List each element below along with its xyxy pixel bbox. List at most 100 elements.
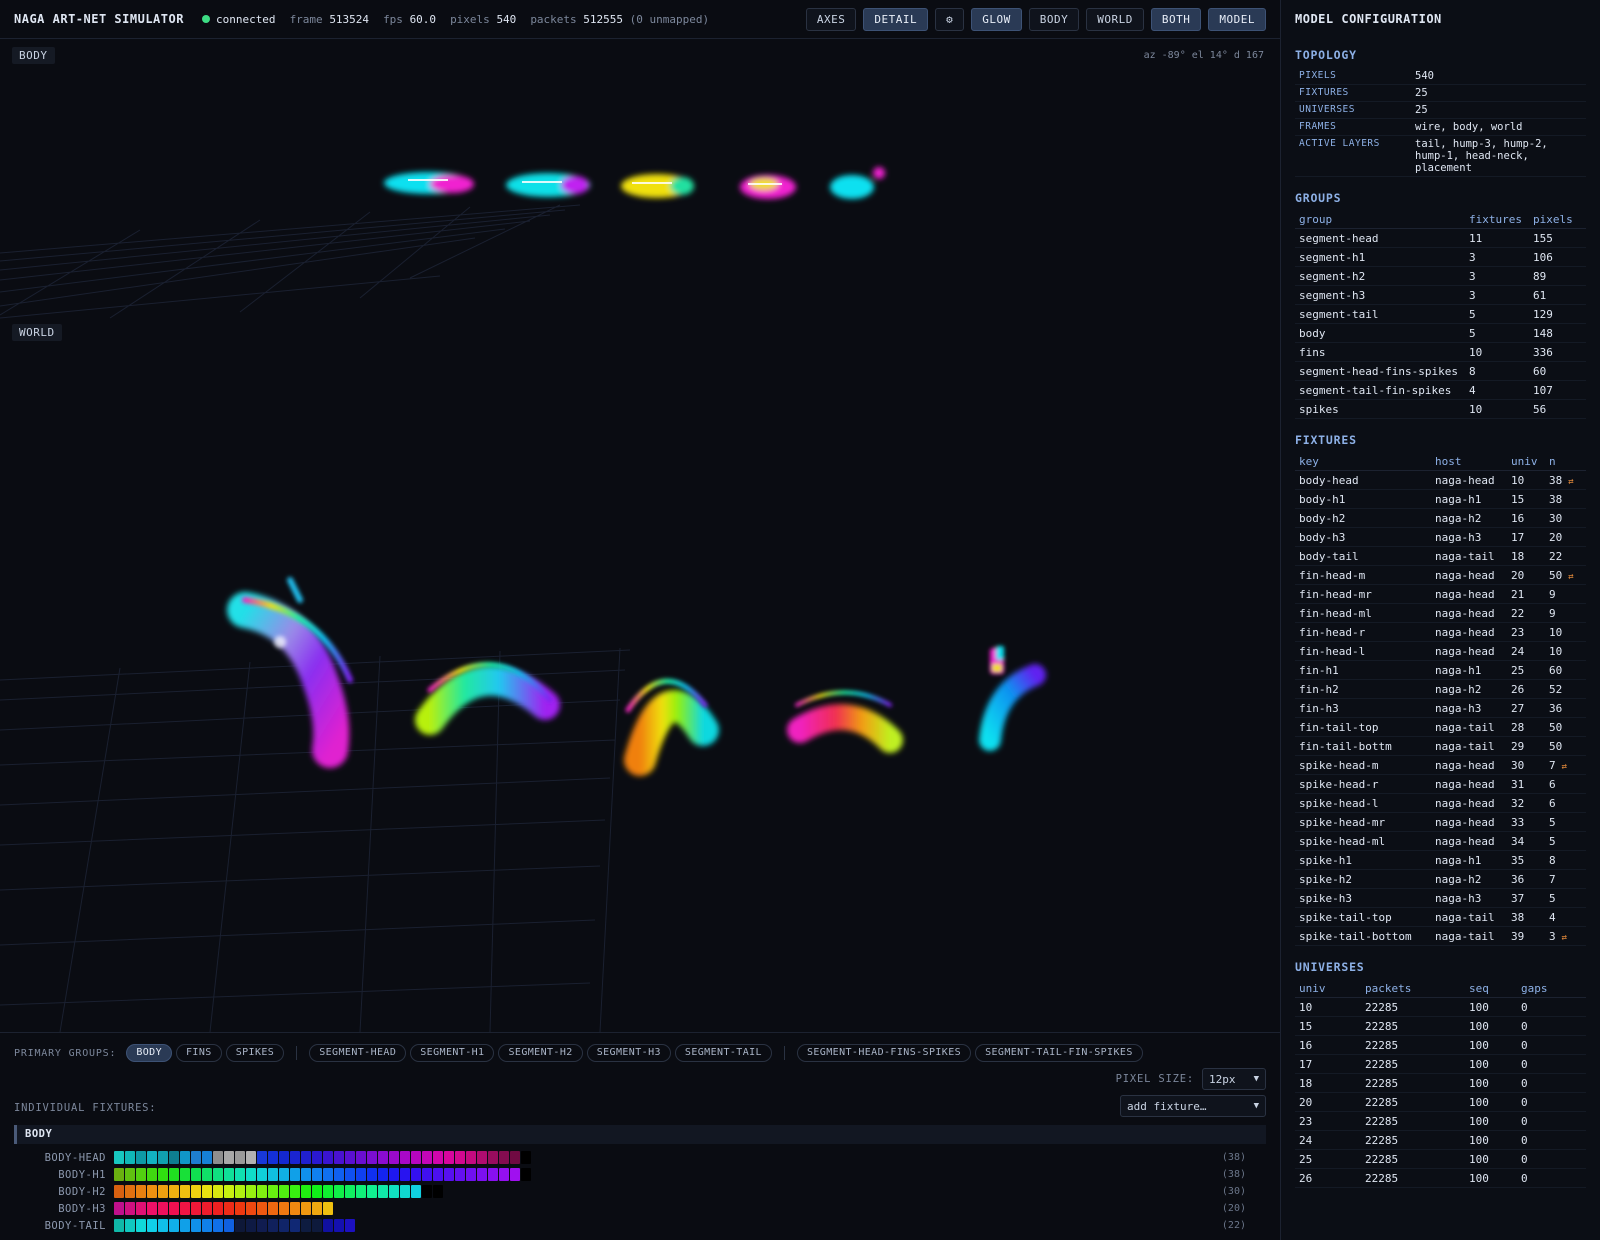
world-button[interactable]: WORLD bbox=[1086, 8, 1144, 31]
table-cell: 10 bbox=[1545, 622, 1586, 642]
fixture-pixel-count: (38) bbox=[1221, 1169, 1246, 1180]
table-cell: 10 bbox=[1465, 399, 1529, 419]
axes-button[interactable]: AXES bbox=[805, 8, 857, 31]
table-cell: 22285 bbox=[1361, 1149, 1465, 1169]
pixel-size-select[interactable]: 12px ▼ bbox=[1202, 1068, 1266, 1090]
table-cell: spike-h3 bbox=[1295, 888, 1431, 908]
chip-segment-tail-fin-spikes[interactable]: SEGMENT-TAIL-FIN-SPIKES bbox=[975, 1044, 1143, 1062]
pixel-swatch bbox=[477, 1168, 487, 1181]
table-cell: naga-head bbox=[1431, 584, 1507, 604]
detail-button[interactable]: DETAIL bbox=[863, 8, 929, 31]
frame-value: 513524 bbox=[329, 12, 370, 26]
fixture-row: fin-head-l naga-head 24 10 bbox=[1295, 641, 1586, 661]
chip-fins[interactable]: FINS bbox=[176, 1044, 222, 1062]
cell-value: 36 bbox=[1511, 872, 1525, 886]
pixel-swatch bbox=[268, 1219, 278, 1232]
group-row: segment-tail 5 129 bbox=[1295, 304, 1586, 324]
fixture-strip-row[interactable]: BODY-TAIL (22) bbox=[0, 1217, 1266, 1234]
table-cell: fin-head-ml bbox=[1295, 603, 1431, 623]
gear-icon[interactable]: ⚙ bbox=[935, 8, 965, 31]
column-header: n bbox=[1545, 453, 1586, 471]
chip-segment-h1[interactable]: SEGMENT-H1 bbox=[410, 1044, 495, 1062]
pixel-swatch bbox=[290, 1202, 300, 1215]
cell-value: 24 bbox=[1299, 1133, 1313, 1147]
fixture-strip-row[interactable]: BODY-H3 (20) bbox=[0, 1200, 1266, 1217]
add-fixture-select[interactable]: add fixture… ▼ bbox=[1120, 1095, 1266, 1117]
fixture-pixel-count: (20) bbox=[1221, 1203, 1246, 1214]
chip-segment-tail[interactable]: SEGMENT-TAIL bbox=[674, 1044, 772, 1062]
topology-list: PIXELS 540 FIXTURES 25 UNIVERSES 25 FRAMES wire… bbox=[1295, 68, 1586, 177]
cell-value: 24 bbox=[1511, 644, 1525, 658]
chip-body[interactable]: BODY bbox=[126, 1044, 172, 1062]
pixel-swatch bbox=[389, 1185, 399, 1198]
table-cell: 18 bbox=[1295, 1073, 1361, 1093]
table-cell: 36 bbox=[1507, 869, 1545, 889]
cell-value: 20 bbox=[1511, 568, 1525, 582]
pixel-swatch bbox=[378, 1168, 388, 1181]
cell-value: naga-tail bbox=[1435, 720, 1495, 734]
universe-row: 17 22285 100 0 bbox=[1295, 1054, 1586, 1074]
table-cell: 10 bbox=[1465, 342, 1529, 362]
cell-value: body bbox=[1299, 326, 1326, 340]
cell-value: 100 bbox=[1469, 1038, 1489, 1052]
table-cell: 0 bbox=[1517, 1130, 1586, 1150]
pixel-swatch bbox=[257, 1168, 267, 1181]
pixel-swatch bbox=[301, 1219, 311, 1232]
column-header: group bbox=[1295, 211, 1465, 229]
cell-value: 8 bbox=[1469, 364, 1476, 378]
3d-viewport[interactable]: BODY az -89° el 14° d 167 WORLD bbox=[0, 40, 1280, 1032]
cell-value: 5 bbox=[1549, 834, 1556, 848]
camera-readout: az -89° el 14° d 167 bbox=[1143, 50, 1264, 61]
fixture-strip-row[interactable]: BODY-H2 (30) bbox=[0, 1183, 1266, 1200]
pixel-swatch bbox=[455, 1151, 465, 1164]
pixel-swatch bbox=[367, 1151, 377, 1164]
fixture-row: fin-h3 naga-h3 27 36 bbox=[1295, 698, 1586, 718]
chip-segment-head[interactable]: SEGMENT-HEAD bbox=[309, 1044, 407, 1062]
column-header: host bbox=[1431, 453, 1507, 471]
scene-canvas[interactable] bbox=[0, 40, 1280, 1032]
chip-spikes[interactable]: SPIKES bbox=[225, 1044, 285, 1062]
cell-value: spike-head-l bbox=[1299, 796, 1379, 810]
pixel-swatch bbox=[147, 1219, 157, 1232]
pixel-swatch bbox=[169, 1185, 179, 1198]
pixel-swatch bbox=[466, 1168, 476, 1181]
cell-value: 10 bbox=[1469, 402, 1483, 416]
chip-segment-h2[interactable]: SEGMENT-H2 bbox=[498, 1044, 583, 1062]
table-cell: body-head bbox=[1295, 470, 1431, 490]
pixel-swatch bbox=[268, 1202, 278, 1215]
chip-segment-head-fins-spikes[interactable]: SEGMENT-HEAD-FINS-SPIKES bbox=[796, 1044, 972, 1062]
cell-value: 8 bbox=[1549, 853, 1556, 867]
table-cell: fin-head-l bbox=[1295, 641, 1431, 661]
cell-value: 37 bbox=[1511, 891, 1525, 905]
pixel-swatch bbox=[224, 1185, 234, 1198]
table-cell: 3 ⇄ bbox=[1545, 926, 1586, 946]
cell-value: 50 bbox=[1549, 568, 1563, 582]
primary-groups-label: PRIMARY GROUPS: bbox=[14, 1047, 117, 1059]
pixel-swatch bbox=[411, 1151, 421, 1164]
cell-value: 22285 bbox=[1365, 1057, 1399, 1071]
fixture-name: BODY-HEAD bbox=[44, 1151, 106, 1164]
model-button[interactable]: MODEL bbox=[1208, 8, 1266, 31]
pixel-swatch bbox=[433, 1151, 443, 1164]
fixture-row: spike-h2 naga-h2 36 7 bbox=[1295, 869, 1586, 889]
cell-value: 25 bbox=[1299, 1152, 1313, 1166]
table-cell: 22285 bbox=[1361, 1073, 1465, 1093]
body-button[interactable]: BODY bbox=[1028, 8, 1080, 31]
table-cell: 5 bbox=[1465, 304, 1529, 324]
pixel-strip bbox=[114, 1202, 333, 1215]
cell-value: fin-head-m bbox=[1299, 568, 1366, 582]
table-cell: 38 bbox=[1507, 907, 1545, 927]
swap-icon: ⇄ bbox=[1568, 571, 1574, 582]
glow-button[interactable]: GLOW bbox=[971, 8, 1022, 31]
table-cell: 16 bbox=[1507, 508, 1545, 528]
pixel-swatch bbox=[455, 1168, 465, 1181]
fixture-strip-row[interactable]: BODY-H1 (38) bbox=[0, 1166, 1266, 1183]
both-button[interactable]: BOTH bbox=[1150, 8, 1202, 31]
cell-value: segment-h2 bbox=[1299, 269, 1366, 283]
chip-segment-h3[interactable]: SEGMENT-H3 bbox=[586, 1044, 671, 1062]
table-cell: naga-h1 bbox=[1431, 489, 1507, 509]
table-cell: naga-head bbox=[1431, 793, 1507, 813]
pixel-swatch bbox=[312, 1185, 322, 1198]
fixture-strip-row[interactable]: BODY-HEAD (38) bbox=[0, 1149, 1266, 1166]
universe-row: 25 22285 100 0 bbox=[1295, 1149, 1586, 1169]
